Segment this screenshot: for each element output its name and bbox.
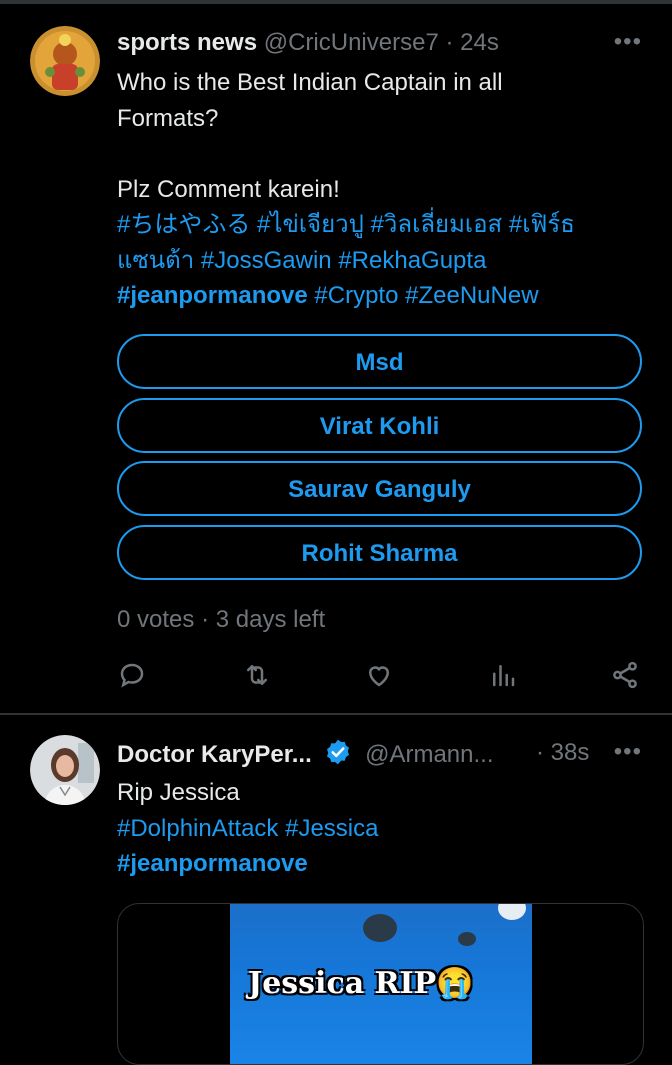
poll-option-saurav-ganguly[interactable]: Saurav Ganguly [117,461,642,516]
more-horizontal-icon[interactable]: ••• [614,738,642,766]
display-name[interactable]: sports news [117,29,257,56]
action-bar [0,655,672,695]
hashtag[interactable]: #ちはやふる [117,211,250,238]
timestamp[interactable]: · 38s [536,738,589,768]
handle[interactable]: @Armann... [365,741,493,768]
poll-meta: 0 votes · 3 days left [117,606,325,634]
hashtag[interactable]: #เฟิร์ธ [509,211,575,238]
reply-icon[interactable] [112,655,152,695]
timestamp[interactable]: 24s [460,29,499,56]
share-icon[interactable] [605,655,645,695]
text-line: Plz Comment karein! [117,175,340,203]
poll: Msd Virat Kohli Saurav Ganguly Rohit Sha… [117,334,642,588]
separator: · [445,29,454,56]
hashtag[interactable]: #ไข่เจียวปู [257,211,364,238]
text-line: Formats? [117,104,219,132]
display-name[interactable]: Doctor KaryPer... [117,741,312,768]
avatar[interactable] [30,735,100,805]
tweet-header: sports news @CricUniverse7 · 24s [117,28,648,58]
verified-badge-icon [324,738,352,774]
hashtag[interactable]: #ZeeNuNew [405,282,538,309]
hashtag[interactable]: #Crypto [314,282,398,309]
tweet-poll[interactable]: sports news @CricUniverse7 · 24s ••• Who… [0,0,672,715]
hashtag[interactable]: #JossGawin [201,247,332,274]
more-horizontal-icon[interactable]: ••• [614,28,642,56]
media-decoration [458,932,476,946]
hashtag[interactable]: #jeanpormanove [117,850,308,877]
tweet-text: Rip Jessica #DolphinAttack #Jessica #jea… [117,775,648,882]
hashtag[interactable]: #DolphinAttack [117,815,278,842]
hashtag[interactable]: #วิลเลี่ยมเอส [371,211,503,238]
separator: · [201,606,210,633]
media-attachment[interactable]: Jessica RIP😭 [117,903,644,1065]
tweet-text: Who is the Best Indian Captain in all Fo… [117,65,648,314]
media-decoration [363,914,397,942]
time-left: 3 days left [215,606,326,633]
text-line: Who is the Best Indian Captain in all [117,69,503,96]
hashtag[interactable]: แซนต้า [117,247,194,274]
handle[interactable]: @CricUniverse7 [264,29,439,56]
avatar[interactable] [30,26,100,96]
media-caption: Jessica RIP😭 [248,966,474,1001]
hashtag[interactable]: #Jessica [285,815,378,842]
like-icon[interactable] [359,655,399,695]
tweet-header: Doctor KaryPer... @Armann... · 38s [117,738,648,774]
vote-count: 0 votes [117,606,195,633]
hashtag[interactable]: #RekhaGupta [338,247,486,274]
hashtag[interactable]: #jeanpormanove [117,282,308,309]
retweet-icon[interactable] [237,655,277,695]
poll-option-msd[interactable]: Msd [117,334,642,389]
poll-option-rohit-sharma[interactable]: Rohit Sharma [117,524,642,580]
views-icon[interactable] [483,655,523,695]
poll-option-virat-kohli[interactable]: Virat Kohli [117,397,642,453]
text-line: Rip Jessica [117,779,240,806]
